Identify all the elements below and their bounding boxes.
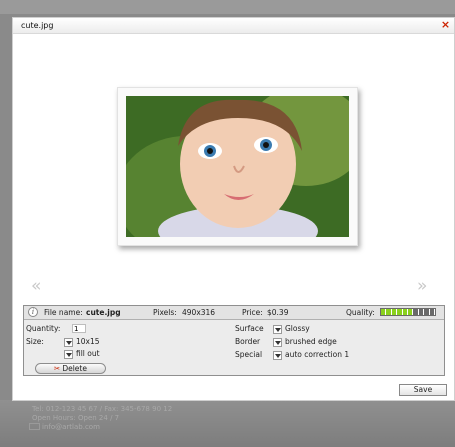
close-icon[interactable]: ×: [440, 19, 451, 30]
delete-label: Delete: [62, 364, 87, 373]
surface-dropdown[interactable]: [273, 325, 282, 334]
save-button[interactable]: Save: [399, 384, 447, 396]
dialog-title: cute.jpg: [21, 21, 54, 30]
opening-hours-text: Open Hours: Open 24 / 7: [32, 414, 120, 422]
quality-meter-segment: [429, 309, 436, 315]
contact-email-link[interactable]: info@artlab.com: [42, 423, 100, 431]
fill-dropdown[interactable]: [64, 350, 73, 359]
file-name-label: File name:: [44, 308, 83, 317]
fill-value: fill out: [76, 349, 100, 358]
file-info-bar: i File name: cute.jpg Pixels: 490x316 Pr…: [24, 306, 444, 320]
price-label: Price:: [242, 308, 263, 317]
special-label: Special: [235, 350, 263, 359]
border-label: Border: [235, 337, 261, 346]
print-options-panel: i File name: cute.jpg Pixels: 490x316 Pr…: [23, 305, 445, 376]
delete-button[interactable]: ✂ Delete: [35, 363, 106, 374]
price-value: $0.39: [267, 308, 289, 317]
pixels-label: Pixels:: [153, 308, 177, 317]
border-value: brushed edge: [285, 337, 337, 346]
special-value: auto correction 1: [285, 350, 350, 359]
file-name-value: cute.jpg: [86, 308, 121, 317]
photo-order-dialog: cute.jpg × « » i File name: cute.jpg Pix…: [12, 17, 455, 401]
size-label: Size:: [26, 337, 44, 346]
surface-label: Surface: [235, 324, 264, 333]
next-photo-button[interactable]: »: [417, 276, 427, 296]
size-value: 10x15: [76, 337, 100, 346]
previous-photo-button[interactable]: «: [31, 276, 41, 296]
quantity-label: Quantity:: [26, 324, 61, 333]
special-dropdown[interactable]: [273, 351, 282, 360]
photo-preview-image: [126, 96, 349, 237]
quality-label: Quality:: [346, 308, 375, 317]
border-dropdown[interactable]: [273, 338, 282, 347]
surface-value: Glossy: [285, 324, 310, 333]
photo-preview-frame: [117, 87, 358, 246]
quantity-input[interactable]: [72, 324, 86, 333]
mail-icon: [29, 423, 40, 430]
info-icon: i: [28, 307, 38, 317]
size-dropdown[interactable]: [64, 338, 73, 347]
dialog-titlebar: cute.jpg ×: [13, 18, 454, 34]
pixels-value: 490x316: [182, 308, 216, 317]
page-header-bar: [0, 0, 455, 14]
child-portrait-illustration: [126, 96, 349, 237]
contact-phone-text: Tel: 012-123 45 67 / Fax: 345-678 90 12: [32, 405, 173, 413]
delete-icon: ✂: [54, 364, 61, 373]
quality-meter: [380, 308, 436, 316]
